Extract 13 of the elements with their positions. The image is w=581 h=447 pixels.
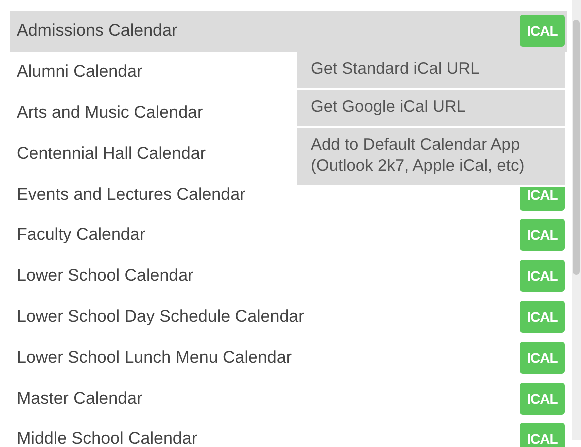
calendar-name: Lower School Calendar bbox=[17, 266, 194, 286]
calendar-name: Faculty Calendar bbox=[17, 225, 146, 246]
calendar-name: Arts and Music Calendar bbox=[17, 102, 204, 123]
calendar-name: Lower School Day Schedule Calendar bbox=[17, 306, 304, 327]
calendar-name: Centennial Hall Calendar bbox=[17, 144, 206, 164]
calendar-name: Lower School Lunch Menu Calendar bbox=[17, 348, 292, 368]
calendar-name: Admissions Calendar bbox=[17, 21, 178, 42]
calendar-name: Events and Lectures Calendar bbox=[17, 184, 246, 205]
calendar-name: Alumni Calendar bbox=[17, 62, 143, 82]
scrollbar-track[interactable] bbox=[572, 0, 581, 440]
calendar-name: Master Calendar bbox=[17, 388, 143, 409]
calendar-name: Middle School Calendar bbox=[17, 429, 198, 447]
scrollbar-thumb[interactable] bbox=[573, 20, 580, 275]
